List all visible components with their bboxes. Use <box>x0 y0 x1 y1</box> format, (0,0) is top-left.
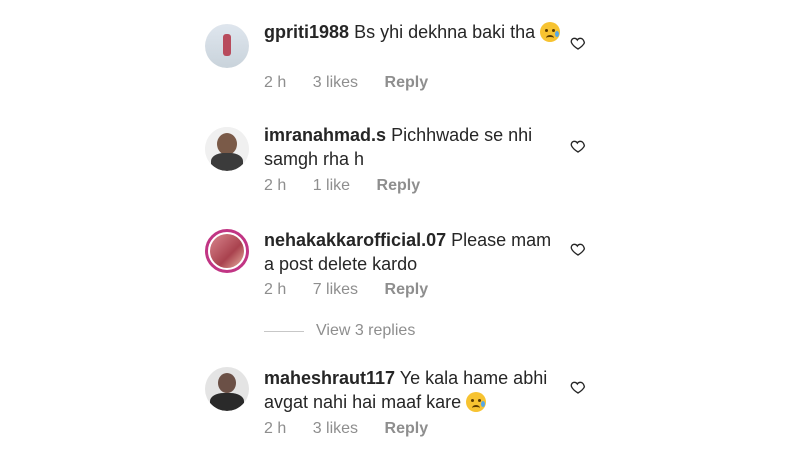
comment-username[interactable]: gpriti1988 <box>264 22 349 42</box>
heart-outline-icon[interactable] <box>570 241 586 257</box>
heart-outline-icon[interactable] <box>570 138 586 154</box>
avatar-image <box>205 24 249 68</box>
comment-body: maheshraut117 Ye kala hame abhi avgat na… <box>264 366 564 414</box>
comment-username[interactable]: maheshraut117 <box>264 368 395 388</box>
comment-time: 2 h <box>264 177 287 194</box>
comment-meta: 2 h 7 likes Reply <box>264 281 450 299</box>
comment-body: gpriti1988 Bs yhi dekhna baki tha <box>264 20 564 44</box>
avatar-image <box>205 127 249 171</box>
comment-meta: 2 h 3 likes Reply <box>264 74 450 92</box>
comment-time: 2 h <box>264 420 287 437</box>
reply-button[interactable]: Reply <box>385 74 429 91</box>
comment-time: 2 h <box>264 74 287 91</box>
comment-body: imranahmad.s Pichhwade se nhi samgh rha … <box>264 123 564 171</box>
comment-likes[interactable]: 7 likes <box>313 281 358 298</box>
view-replies-button[interactable]: View 3 replies <box>264 322 415 340</box>
divider-line <box>264 330 304 332</box>
sad-tear-emoji <box>540 22 561 42</box>
comment-username[interactable]: nehakakkarofficial.07 <box>264 230 446 250</box>
view-replies-label: View 3 replies <box>316 322 416 339</box>
comment-likes[interactable]: 3 likes <box>313 74 358 91</box>
avatar-story-ring[interactable] <box>205 229 249 273</box>
comment-text: Bs yhi dekhna baki tha <box>354 22 536 42</box>
sad-tear-emoji <box>466 392 487 412</box>
avatar[interactable] <box>205 127 249 171</box>
comment-body: nehakakkarofficial.07 Please mam a post … <box>264 228 564 276</box>
heart-outline-icon[interactable] <box>570 379 586 395</box>
comment-likes[interactable]: 1 like <box>313 177 350 194</box>
heart-outline-icon[interactable] <box>570 35 586 51</box>
comment-meta: 2 h 1 like Reply <box>264 177 442 195</box>
comment-likes[interactable]: 3 likes <box>313 420 358 437</box>
comment-time: 2 h <box>264 281 287 298</box>
avatar[interactable] <box>205 24 249 68</box>
avatar-image <box>205 367 249 411</box>
reply-button[interactable]: Reply <box>385 281 429 298</box>
reply-button[interactable]: Reply <box>377 177 421 194</box>
comment-username[interactable]: imranahmad.s <box>264 125 386 145</box>
comment-meta: 2 h 3 likes Reply <box>264 420 450 438</box>
avatar-image <box>210 234 244 268</box>
reply-button[interactable]: Reply <box>385 420 429 437</box>
avatar[interactable] <box>205 367 249 411</box>
